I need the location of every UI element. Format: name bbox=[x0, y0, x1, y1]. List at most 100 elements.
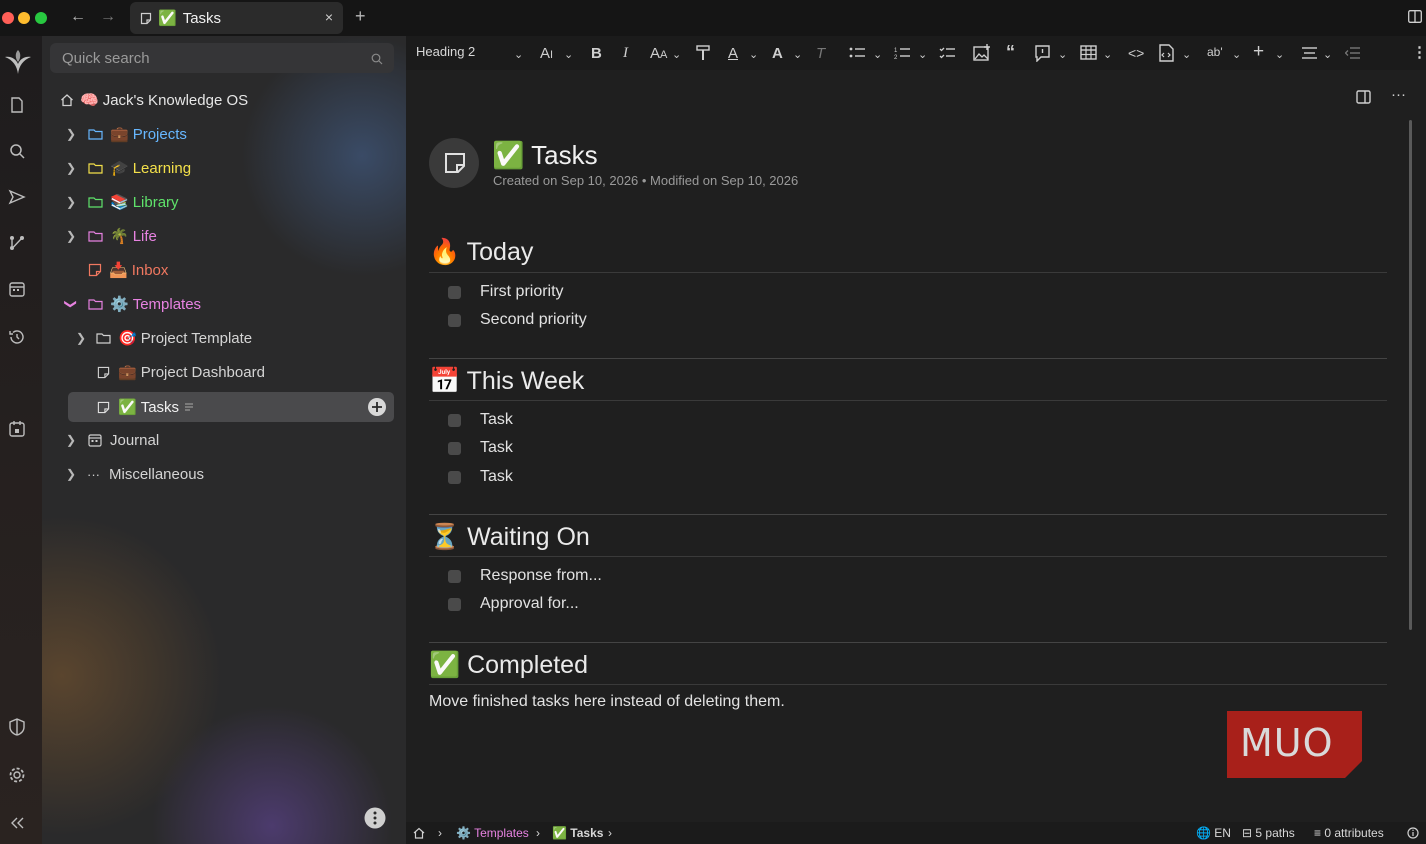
text-color-icon[interactable]: A bbox=[728, 45, 738, 62]
breadcrumb-tasks[interactable]: ✅ Tasks bbox=[552, 826, 603, 840]
todo-text[interactable]: Approval for... bbox=[480, 595, 579, 613]
calendar-icon[interactable] bbox=[8, 280, 26, 298]
scrollbar[interactable] bbox=[1409, 120, 1412, 630]
info-icon[interactable] bbox=[1407, 827, 1419, 839]
tree-item-miscellaneous[interactable]: ❯ ··· Miscellaneous bbox=[66, 459, 204, 489]
chevron-down-icon[interactable]: ⌄ bbox=[918, 48, 927, 61]
jump-to-icon[interactable] bbox=[8, 188, 26, 206]
todo-text[interactable]: Task bbox=[480, 439, 513, 457]
today-calendar-icon[interactable] bbox=[8, 420, 26, 438]
tree-item-life[interactable]: ❯ 🌴 Life bbox=[66, 221, 157, 251]
background-color-icon[interactable]: A bbox=[772, 45, 783, 62]
note-map-icon[interactable] bbox=[8, 234, 26, 252]
split-window-icon[interactable] bbox=[1408, 10, 1422, 23]
todo-text[interactable]: Response from... bbox=[480, 567, 602, 585]
numbered-list-icon[interactable]: 12 bbox=[894, 46, 910, 60]
heading-waiting-on[interactable]: ⏳ Waiting On bbox=[429, 523, 590, 552]
chevron-down-icon[interactable]: ⌄ bbox=[1275, 48, 1284, 61]
chevron-down-icon[interactable]: ⌄ bbox=[1103, 48, 1112, 61]
todo-item[interactable]: Approval for... bbox=[448, 593, 579, 615]
tree-item-learning[interactable]: ❯ 🎓 Learning bbox=[66, 153, 191, 183]
alignment-icon[interactable] bbox=[1302, 47, 1317, 59]
chevron-down-icon[interactable]: ❯ bbox=[64, 299, 78, 309]
note-type-icon[interactable] bbox=[429, 138, 479, 188]
chevron-down-icon[interactable]: ⌄ bbox=[793, 48, 802, 61]
todo-text[interactable]: Task bbox=[480, 411, 513, 429]
minimize-window-button[interactable] bbox=[18, 12, 30, 24]
chevron-down-icon[interactable]: ⌄ bbox=[1232, 48, 1241, 61]
insert-image-icon[interactable] bbox=[973, 44, 991, 61]
chevron-down-icon[interactable]: ⌄ bbox=[514, 48, 523, 61]
chevron-down-icon[interactable]: ⌄ bbox=[1182, 48, 1191, 61]
todo-checkbox[interactable] bbox=[448, 597, 461, 611]
tree-item-project-template[interactable]: ❯ 🎯 Project Template bbox=[76, 323, 252, 353]
note-menu-icon[interactable]: ··· bbox=[1391, 86, 1406, 103]
app-logo-icon[interactable] bbox=[3, 48, 33, 76]
tree-item-journal[interactable]: ❯ Journal bbox=[66, 425, 159, 455]
todo-checkbox[interactable] bbox=[448, 413, 461, 427]
chevron-down-icon[interactable]: ⌄ bbox=[873, 48, 882, 61]
back-button[interactable]: ← bbox=[70, 8, 86, 26]
format-painter-icon[interactable] bbox=[696, 45, 710, 61]
heading-completed[interactable]: ✅ Completed bbox=[429, 651, 588, 680]
new-note-icon[interactable] bbox=[8, 96, 26, 114]
tree-item-library[interactable]: ❯ 📚 Library bbox=[66, 187, 179, 217]
todo-item[interactable]: Response from... bbox=[448, 565, 602, 587]
close-window-button[interactable] bbox=[2, 12, 14, 24]
add-child-note-icon[interactable] bbox=[367, 397, 387, 417]
history-icon[interactable] bbox=[8, 328, 26, 346]
todo-checkbox[interactable] bbox=[448, 470, 461, 484]
chevron-down-icon[interactable]: ⌄ bbox=[564, 48, 573, 61]
tree-item-projects[interactable]: ❯ 💼 Projects bbox=[66, 119, 187, 149]
todo-checkbox[interactable] bbox=[448, 313, 461, 327]
tree-root-item[interactable]: 🧠 Jack's Knowledge OS bbox=[60, 85, 248, 115]
todo-item[interactable]: Task bbox=[448, 466, 513, 488]
chevron-down-icon[interactable]: ⌄ bbox=[672, 48, 681, 61]
todo-checkbox[interactable] bbox=[448, 441, 461, 455]
close-tab-button[interactable]: × bbox=[325, 9, 333, 25]
clear-formatting-icon[interactable]: T bbox=[816, 45, 825, 62]
more-options-icon[interactable]: ⋮ bbox=[1412, 43, 1426, 61]
insert-plus-icon[interactable]: + bbox=[1253, 41, 1264, 63]
heading-today[interactable]: 🔥 Today bbox=[429, 238, 533, 267]
settings-gear-icon[interactable] bbox=[8, 766, 26, 784]
todo-checkbox[interactable] bbox=[448, 285, 461, 299]
outdent-icon[interactable] bbox=[1345, 47, 1360, 59]
tree-item-inbox[interactable]: 📥 Inbox bbox=[88, 255, 168, 285]
todo-text[interactable]: Second priority bbox=[480, 311, 587, 329]
text-style-icon[interactable]: AA bbox=[650, 45, 667, 62]
text-transform-icon[interactable]: ab' bbox=[1207, 45, 1223, 59]
chevron-right-icon[interactable]: ❯ bbox=[66, 229, 76, 243]
note-title[interactable]: ✅ Tasks bbox=[492, 140, 598, 171]
collapse-sidebar-icon[interactable] bbox=[8, 814, 26, 832]
insert-table-icon[interactable] bbox=[1080, 45, 1097, 60]
bullet-list-icon[interactable] bbox=[849, 47, 865, 59]
font-size-icon[interactable]: AI bbox=[540, 45, 553, 62]
code-icon[interactable]: <> bbox=[1128, 45, 1144, 61]
new-tab-button[interactable]: + bbox=[355, 6, 366, 27]
code-block-icon[interactable] bbox=[1158, 44, 1175, 62]
chevron-right-icon[interactable]: ❯ bbox=[66, 161, 76, 175]
heading-this-week[interactable]: 📅 This Week bbox=[429, 367, 584, 396]
quick-search-input[interactable]: Quick search bbox=[50, 43, 394, 73]
maximize-window-button[interactable] bbox=[35, 12, 47, 24]
todo-item[interactable]: Task bbox=[448, 409, 513, 431]
todo-item[interactable]: Task bbox=[448, 437, 513, 459]
todo-item[interactable]: First priority bbox=[448, 281, 564, 303]
blockquote-icon[interactable]: “ bbox=[1006, 42, 1015, 63]
sidebar-menu-icon[interactable] bbox=[364, 807, 386, 829]
chevron-right-icon[interactable]: ❯ bbox=[76, 331, 86, 345]
language-selector[interactable]: 🌐 EN bbox=[1196, 826, 1231, 840]
italic-icon[interactable]: I bbox=[623, 45, 628, 62]
tab-tasks[interactable]: ✅ Tasks × bbox=[130, 2, 343, 34]
chevron-down-icon[interactable]: ⌄ bbox=[749, 48, 758, 61]
search-icon[interactable] bbox=[8, 142, 26, 160]
protected-session-icon[interactable] bbox=[8, 718, 26, 736]
todo-item[interactable]: Second priority bbox=[448, 309, 587, 331]
completed-paragraph[interactable]: Move finished tasks here instead of dele… bbox=[429, 693, 785, 711]
chevron-right-icon[interactable]: ❯ bbox=[66, 433, 76, 447]
chevron-down-icon[interactable]: ⌄ bbox=[1058, 48, 1067, 61]
toggle-right-pane-icon[interactable] bbox=[1356, 90, 1371, 104]
chevron-right-icon[interactable]: ❯ bbox=[66, 195, 76, 209]
note-attributes[interactable]: ≡ 0 attributes bbox=[1314, 826, 1384, 840]
